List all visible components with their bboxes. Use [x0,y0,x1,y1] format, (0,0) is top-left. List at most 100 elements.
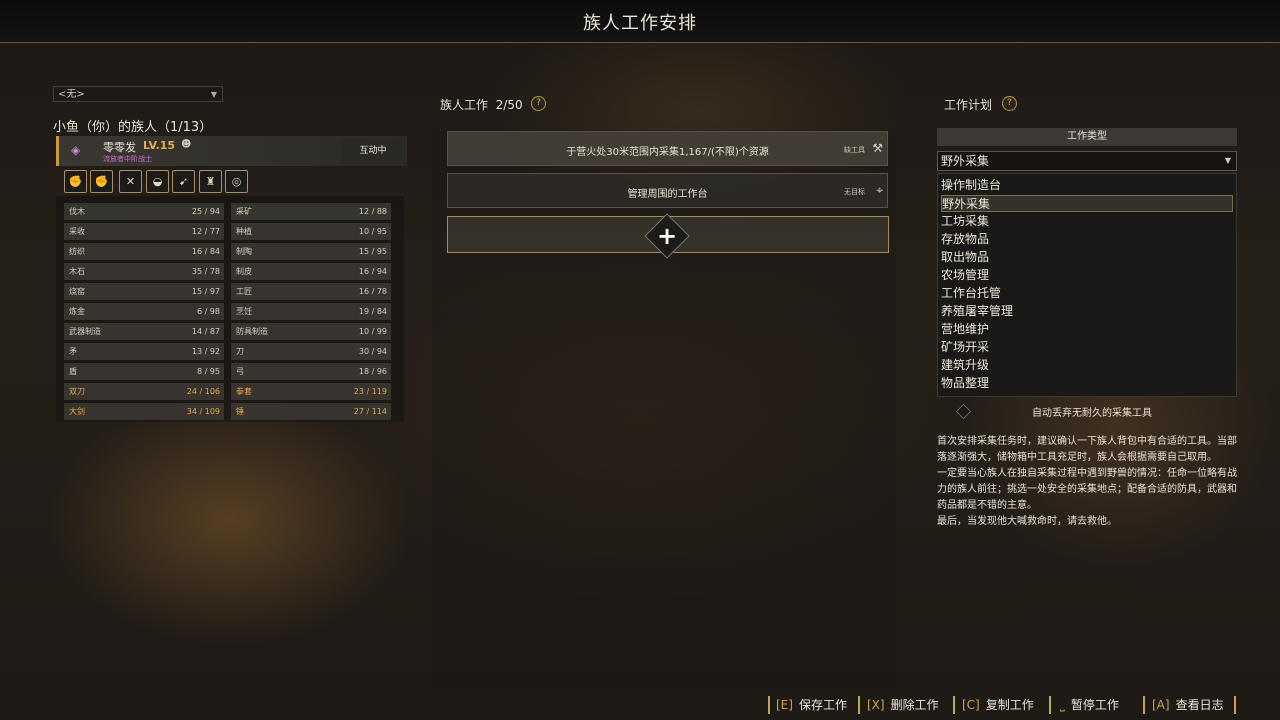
work-type-option[interactable]: 取出物品 [941,249,1233,266]
skill-name: 弓 [236,367,244,376]
skill-row: 锤 27 / 114 [231,403,391,420]
skill-value: 10 / 95 [358,227,387,236]
skull-icon: ☻ [181,139,192,150]
skill-row: 武器制造 14 / 87 [64,323,224,340]
spiral-icon[interactable]: ◎ [225,170,248,193]
key-hint: [X] [867,698,885,712]
key-hint: ⎵ [1060,698,1065,712]
mask-icon[interactable]: ♜ [199,170,222,193]
bowl-icon[interactable]: ◒ [146,170,169,193]
member-level: LV.15 [143,139,176,152]
key-hint: [A] [1152,698,1170,712]
skill-value: 27 / 114 [353,407,387,416]
skill-name: 种植 [236,227,252,236]
skill-row: 刀 30 / 94 [231,343,391,360]
skill-name: 伐木 [69,207,85,216]
skill-row: 弓 18 / 96 [231,363,391,380]
skill-name: 防具制造 [236,327,268,336]
work-type-option[interactable]: 营地维护 [941,321,1233,338]
work-description: 首次安排采集任务时，建议确认一下族人背包中有合适的工具。当部落逐渐强大，储物箱中… [937,434,1239,530]
job-header: 族人工作 2/50 [440,96,523,113]
work-type-option[interactable]: 存放物品 [941,231,1233,248]
skill-value: 34 / 109 [186,407,220,416]
skill-value: 25 / 94 [191,207,220,216]
save-job-button[interactable]: [E] 保存工作 [776,695,847,715]
fist-icon[interactable]: ✊ [64,170,87,193]
skill-row: 拳套 23 / 119 [231,383,391,400]
skill-row: 纺织 16 / 84 [64,243,224,260]
skill-value: 24 / 106 [186,387,220,396]
member-name: 零零发 [103,141,136,154]
copy-job-button[interactable]: [C] 复制工作 [962,695,1034,715]
skill-row: 烧窑 15 / 97 [64,283,224,300]
skill-value: 12 / 88 [358,207,387,216]
skill-row: 采收 12 / 77 [64,223,224,240]
work-type-option[interactable]: 养殖屠宰管理 [941,303,1233,320]
help-icon[interactable]: ? [531,96,546,111]
job-header-label: 族人工作 [440,98,489,112]
skill-value: 35 / 78 [191,267,220,276]
skill-name: 大剑 [69,407,85,416]
skill-value: 18 / 96 [358,367,387,376]
view-log-button[interactable]: [A] 查看日志 [1152,695,1224,715]
skill-name: 烹饪 [236,307,252,316]
add-job-button[interactable]: + [447,213,889,259]
skill-value: 16 / 94 [358,267,387,276]
job-item[interactable]: 于营火处30米范围内采集1,167/(不限)个资源 缺工具 ⚒ [447,131,888,166]
work-type-option[interactable]: 矿场开采 [941,339,1233,356]
skill-name: 采收 [69,227,85,236]
member-rank: 流放者中阶战士 [103,155,152,163]
target-icon: ⌖ [876,183,883,197]
work-type-option[interactable]: 物品整理 [941,375,1233,392]
top-bar: 族人工作安排 [0,0,1280,43]
pause-job-button[interactable]: ⎵ 暂停工作 [1060,695,1119,715]
job-tag: 无目标 [844,188,865,196]
skill-name: 纺织 [69,247,85,256]
divider [768,696,770,714]
filter-dropdown[interactable]: <无> ▼ [53,86,223,102]
delete-job-button[interactable]: [X] 删除工作 [867,695,939,715]
skill-value: 15 / 95 [358,247,387,256]
filter-value: <无> [58,89,85,100]
skill-value: 30 / 94 [358,347,387,356]
axe-icon: ⚒ [872,141,883,155]
button-label: 复制工作 [985,698,1034,712]
button-label: 暂停工作 [1070,698,1119,712]
job-text: 管理周围的工作台 [627,189,708,200]
skill-row: 种植 10 / 95 [231,223,391,240]
skill-name: 制皮 [236,267,252,276]
runner-icon[interactable]: ➹ [172,170,195,193]
divider [1143,696,1145,714]
crossed-swords-icon[interactable]: ✕ [119,170,142,193]
button-label: 查看日志 [1175,698,1224,712]
auto-discard-toggle[interactable]: 自动丢弃无耐久的采集工具 [955,403,1238,420]
skill-name: 拳套 [236,387,252,396]
skill-row: 木石 35 / 78 [64,263,224,280]
skill-name: 工匠 [236,287,252,296]
job-item[interactable]: 管理周围的工作台 无目标 ⌖ [447,173,888,208]
skill-value: 16 / 84 [191,247,220,256]
member-card[interactable]: ◈ 零零发 LV.15 ☻ 流放者中阶战士 互动中 [56,136,407,166]
description-paragraph: 首次安排采集任务时，建议确认一下族人背包中有合适的工具。当部落逐渐强大，储物箱中… [937,436,1237,463]
skill-row: 大剑 34 / 109 [64,403,224,420]
skill-name: 双刀 [69,387,85,396]
help-icon[interactable]: ? [1002,96,1017,111]
work-type-option[interactable]: 工坊采集 [941,213,1233,230]
work-type-value: 野外采集 [941,154,990,168]
work-type-option[interactable]: 操作制造台 [941,177,1233,194]
skill-value: 16 / 78 [358,287,387,296]
work-type-dropdown[interactable]: 野外采集 ▼ [937,151,1237,171]
skill-row: 制皮 16 / 94 [231,263,391,280]
work-type-option[interactable]: 建筑升级 [941,357,1233,374]
skill-row: 伐木 25 / 94 [64,203,224,220]
window-title: 族人工作安排 [583,13,697,34]
fist-icon[interactable]: ✊ [90,170,113,193]
bottom-action-bar: [E] 保存工作 [X] 删除工作 [C] 复制工作 ⎵ 暂停工作 [A] 查看日志 [0,690,1280,720]
skill-name: 锤 [236,407,244,416]
clan-title: 小鱼（你）的族人（1/13） [53,120,213,135]
work-type-option[interactable]: 野外采集 [941,195,1233,212]
work-type-option[interactable]: 农场管理 [941,267,1233,284]
work-type-option[interactable]: 工作台托管 [941,285,1233,302]
checkbox[interactable] [955,403,972,420]
skill-row: 工匠 16 / 78 [231,283,391,300]
